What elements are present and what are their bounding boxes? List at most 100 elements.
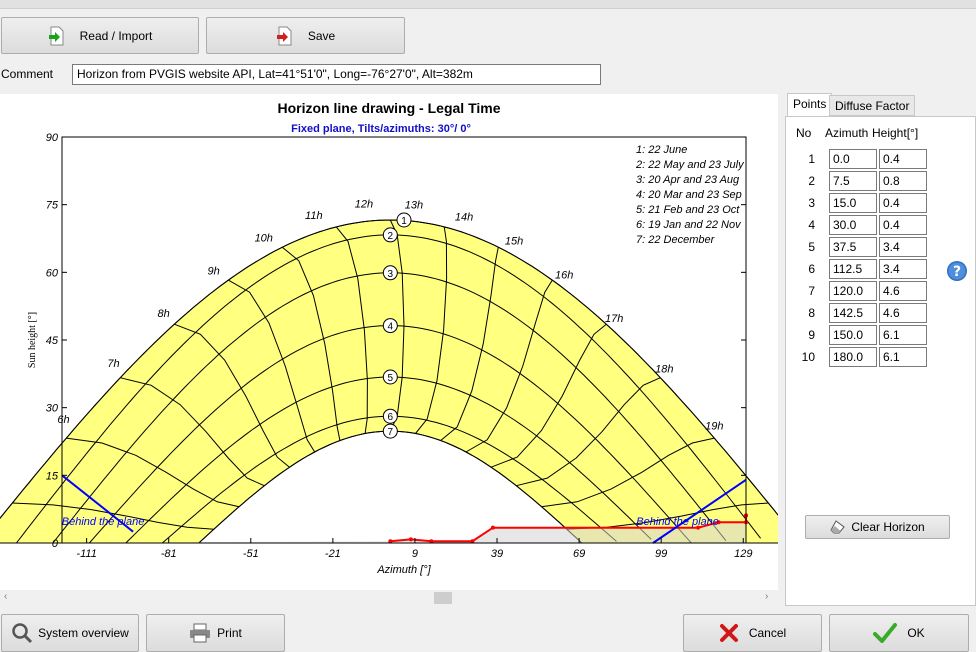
row-number: 1 (808, 152, 815, 166)
height-cell[interactable]: 6.1 (879, 325, 927, 345)
hour-label: 12h (355, 199, 373, 211)
height-cell[interactable]: 3.4 (879, 259, 927, 279)
y-tick-label: 90 (46, 132, 59, 144)
system-overview-label: System overview (38, 626, 129, 640)
row-number: 4 (808, 218, 815, 232)
sun-path-marker-label: 5 (388, 373, 394, 384)
azimuth-cell[interactable]: 142.5 (829, 303, 877, 323)
print-button[interactable]: Print (146, 614, 285, 652)
header-azimuth: Azimuth (825, 126, 869, 140)
hour-label: 19h (705, 420, 723, 432)
height-cell[interactable]: 6.1 (879, 347, 927, 367)
height-cell[interactable]: 0.4 (879, 215, 927, 235)
legend-entry: 7: 22 December (636, 234, 716, 246)
sun-path-marker-label: 2 (388, 231, 394, 242)
hour-label: 15h (505, 235, 523, 247)
hour-label: 8h (157, 308, 169, 320)
azimuth-cell[interactable]: 15.0 (829, 193, 877, 213)
horizon-point (408, 537, 413, 542)
height-cell[interactable]: 0.4 (879, 149, 927, 169)
chart-subtitle: Fixed plane, Tilts/azimuths: 30°/ 0° (291, 123, 471, 135)
scroll-thumb[interactable] (434, 592, 452, 604)
hour-label: 18h (655, 364, 673, 376)
legend-entry: 4: 20 Mar and 23 Sep (636, 189, 742, 201)
height-cell[interactable]: 0.8 (879, 171, 927, 191)
behind-plane-label-left: Behind the plane (62, 516, 145, 528)
y-tick-label: 0 (52, 538, 59, 550)
x-tick-label: 69 (573, 548, 585, 560)
hour-label: 7h (107, 358, 119, 370)
height-cell[interactable]: 3.4 (879, 237, 927, 257)
legend-entry: 6: 19 Jan and 22 Nov (636, 219, 742, 231)
x-tick-label: 39 (491, 548, 503, 560)
tab-diffuse-factor[interactable]: Diffuse Factor (829, 95, 916, 116)
azimuth-cell[interactable]: 150.0 (829, 325, 877, 345)
cancel-label: Cancel (748, 626, 787, 640)
azimuth-cell[interactable]: 7.5 (829, 171, 877, 191)
hour-label: 13h (405, 199, 423, 211)
clear-horizon-button[interactable]: Clear Horizon (805, 515, 950, 539)
hour-label: 9h (208, 265, 220, 277)
sun-path-marker-label: 1 (401, 216, 407, 227)
azimuth-cell[interactable]: 120.0 (829, 281, 877, 301)
save-icon (276, 26, 294, 46)
read-import-label: Read / Import (79, 28, 153, 43)
help-icon[interactable]: ? (946, 260, 968, 285)
y-tick-label: 30 (46, 403, 59, 415)
x-tick-label: 99 (655, 548, 667, 560)
azimuth-cell[interactable]: 0.0 (829, 149, 877, 169)
read-import-button[interactable]: Read / Import (1, 17, 199, 54)
azimuth-cell[interactable]: 30.0 (829, 215, 877, 235)
scroll-right-icon[interactable]: › (765, 591, 768, 602)
scroll-left-icon[interactable]: ‹ (4, 591, 7, 602)
top-strip (0, 0, 976, 9)
y-tick-label: 15 (46, 470, 59, 482)
svg-text:?: ? (953, 264, 961, 280)
horizontal-scrollbar[interactable]: ‹ › (0, 590, 778, 606)
comment-input[interactable]: Horizon from PVGIS website API, Lat=41°5… (72, 64, 601, 85)
sun-path-marker-label: 6 (388, 412, 394, 423)
cancel-button[interactable]: Cancel (683, 614, 822, 652)
row-number: 6 (808, 262, 815, 276)
tab-points[interactable]: Points (787, 93, 833, 117)
sun-path-marker-label: 4 (388, 322, 394, 333)
comment-label: Comment (1, 67, 54, 81)
row-number: 9 (808, 328, 815, 342)
row-number: 5 (808, 240, 815, 254)
row-number: 10 (801, 350, 815, 364)
row-number: 7 (808, 284, 815, 298)
hour-label: 11h (305, 210, 323, 222)
horizon-point (490, 525, 495, 530)
azimuth-cell[interactable]: 180.0 (829, 347, 877, 367)
height-cell[interactable]: 4.6 (879, 281, 927, 301)
height-cell[interactable]: 0.4 (879, 193, 927, 213)
azimuth-cell[interactable]: 37.5 (829, 237, 877, 257)
x-tick-label: -111 (76, 548, 96, 560)
sun-path-marker-label: 3 (388, 269, 394, 280)
eraser-icon (830, 520, 846, 534)
x-tick-label: -81 (161, 548, 177, 560)
chart-title: Horizon line drawing - Legal Time (278, 100, 501, 116)
y-tick-label: 45 (46, 335, 59, 347)
y-tick-label: 60 (46, 267, 59, 279)
chart-panel: Horizon line drawing - Legal Time Fixed p… (0, 94, 802, 606)
ok-button[interactable]: OK (829, 614, 969, 652)
sun-path-marker-label: 7 (388, 427, 394, 438)
save-button[interactable]: Save (206, 17, 405, 54)
height-cell[interactable]: 4.6 (879, 303, 927, 323)
x-axis-label: Azimuth [°] (376, 564, 431, 576)
y-tick-label: 75 (46, 200, 59, 212)
x-tick-label: 9 (412, 548, 418, 560)
read-icon (48, 26, 66, 46)
azimuth-cell[interactable]: 112.5 (829, 259, 877, 279)
x-tick-label: -21 (325, 548, 341, 560)
system-overview-button[interactable]: System overview (1, 614, 139, 652)
row-number: 8 (808, 306, 815, 320)
horizon-chart: Horizon line drawing - Legal Time Fixed p… (0, 100, 802, 576)
legend-entry: 3: 20 Apr and 23 Aug (636, 174, 740, 186)
header-height: Height[°] (872, 126, 919, 140)
behind-plane-label-right: Behind the plane (636, 516, 719, 528)
legend-entry: 1: 22 June (636, 144, 687, 156)
y-axis-label: Sun height [°] (27, 312, 38, 368)
ok-icon (873, 623, 898, 643)
